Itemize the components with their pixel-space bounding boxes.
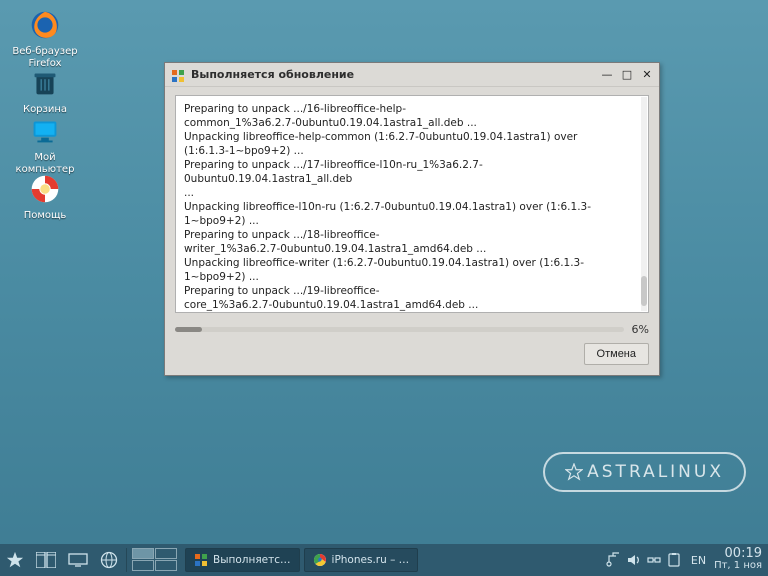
cancel-button[interactable]: Отмена (584, 343, 649, 365)
taskbar-divider (126, 548, 127, 572)
desktop: Веб-браузерFirefox Корзина Мойкомпьютер … (0, 0, 768, 544)
log-line: Unpacking libreoffice-writer (1:6.2.7-0u… (184, 256, 640, 284)
desktop-icon-label: Помощь (10, 210, 80, 222)
watermark-logo: ASTRALINUX (543, 452, 746, 492)
log-line: ... (184, 186, 640, 200)
desktop-icon-computer[interactable]: Мойкомпьютер (10, 112, 80, 176)
task-list: Выполняетс… iPhones.ru – … (181, 544, 601, 576)
desktop-icon (68, 553, 88, 567)
star-icon (565, 463, 583, 481)
window-icon (36, 552, 56, 568)
trash-icon (26, 64, 64, 102)
log-line: Preparing to unpack .../16-libreoffice-h… (184, 102, 640, 116)
dialog-content: Preparing to unpack .../16-libreoffice-h… (165, 87, 659, 375)
scrollbar-thumb[interactable] (641, 276, 647, 306)
system-tray (601, 544, 687, 576)
log-line: Unpacking libreoffice-l10n-ru (1:6.2.7-0… (184, 200, 640, 228)
progress-percent: 6% (632, 323, 649, 336)
log-line: common_1%3a6.2.7-0ubuntu0.19.04.1astra1_… (184, 116, 640, 130)
usb-tray-icon[interactable] (605, 551, 623, 569)
dialog-title: Выполняется обновление (191, 68, 595, 81)
lang-label: EN (691, 554, 706, 567)
show-desktop-button[interactable] (62, 544, 94, 576)
log-line: (1:6.1.3-1~bpo9+2) ... (184, 144, 640, 158)
maximize-button[interactable]: □ (619, 68, 635, 82)
updater-icon (194, 553, 208, 567)
star-icon (6, 551, 24, 569)
log-line: Unpacking libreoffice-help-common (1:6.2… (184, 130, 640, 144)
task-label: Выполняетс… (213, 554, 291, 566)
watermark-text: ASTRALINUX (587, 462, 724, 482)
browser-launcher[interactable] (94, 544, 124, 576)
log-line: core_1%3a6.2.7-0ubuntu0.19.04.1astra1_am… (184, 298, 640, 312)
workspace-switcher[interactable] (132, 548, 178, 572)
firefox-icon (26, 6, 64, 44)
progress-fill (175, 327, 202, 332)
log-line: Preparing to unpack .../19-libreoffice- (184, 284, 640, 298)
updater-icon (171, 68, 185, 82)
file-manager-button[interactable] (30, 544, 62, 576)
desktop-icon-firefox[interactable]: Веб-браузерFirefox (10, 6, 80, 70)
desktop-icon-help[interactable]: Помощь (10, 170, 80, 222)
clipboard-tray-icon[interactable] (665, 551, 683, 569)
close-button[interactable]: ✕ (639, 68, 655, 82)
progress-row: 6% (175, 323, 649, 336)
progress-bar (175, 327, 624, 332)
help-icon (26, 170, 64, 208)
log-line: Preparing to unpack .../17-libreoffice-l… (184, 158, 640, 186)
volume-tray-icon[interactable] (625, 551, 643, 569)
desktop-icon-trash[interactable]: Корзина (10, 64, 80, 116)
update-dialog: Выполняется обновление — □ ✕ Preparing t… (164, 62, 660, 376)
task-label: iPhones.ru – … (332, 554, 410, 566)
network-tray-icon[interactable] (645, 551, 663, 569)
start-menu-button[interactable] (0, 544, 30, 576)
taskbar-task-updater[interactable]: Выполняетс… (185, 548, 300, 572)
keyboard-layout-indicator[interactable]: EN (687, 544, 710, 576)
chrome-icon (313, 553, 327, 567)
globe-icon (100, 551, 118, 569)
computer-icon (26, 112, 64, 150)
taskbar: Выполняетс… iPhones.ru – … EN 00:19 Пт, … (0, 544, 768, 576)
clock-time: 00:19 (725, 548, 762, 560)
log-line: Preparing to unpack .../18-libreoffice- (184, 228, 640, 242)
log-line: Unpacking libreoffice-core (1:6.2.7-0ubu… (184, 312, 640, 313)
minimize-button[interactable]: — (599, 68, 615, 82)
log-line: writer_1%3a6.2.7-0ubuntu0.19.04.1astra1_… (184, 242, 640, 256)
clock[interactable]: 00:19 Пт, 1 ноя (710, 544, 768, 576)
taskbar-task-browser[interactable]: iPhones.ru – … (304, 548, 419, 572)
clock-date: Пт, 1 ноя (714, 560, 762, 572)
log-output[interactable]: Preparing to unpack .../16-libreoffice-h… (175, 95, 649, 313)
titlebar[interactable]: Выполняется обновление — □ ✕ (165, 63, 659, 87)
